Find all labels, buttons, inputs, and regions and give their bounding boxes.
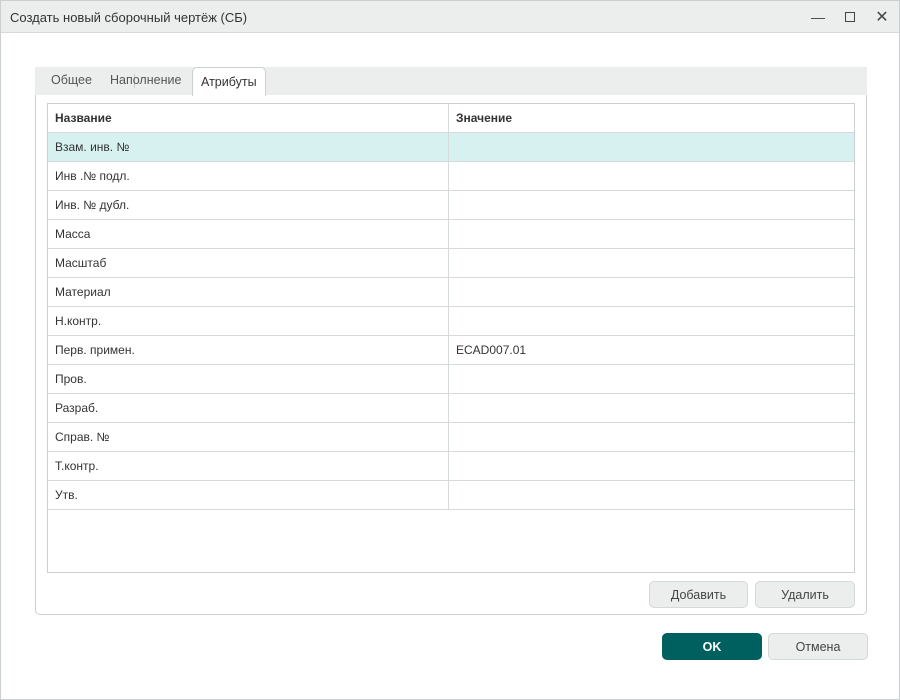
attributes-table: Название Значение Взам. инв. № Инв .№ под…: [47, 103, 855, 573]
table-row[interactable]: Пров.: [48, 365, 854, 394]
table-header: Название Значение: [48, 104, 854, 133]
table-row[interactable]: Т.контр.: [48, 452, 854, 481]
attribute-value-cell[interactable]: [449, 481, 854, 509]
ok-button[interactable]: OK: [662, 633, 762, 660]
tab-general[interactable]: Общее: [51, 73, 92, 87]
attribute-name-cell[interactable]: Разраб.: [48, 394, 449, 422]
attribute-name-cell[interactable]: Пров.: [48, 365, 449, 393]
attribute-name-cell[interactable]: Инв .№ подл.: [48, 162, 449, 190]
attribute-name-cell[interactable]: Материал: [48, 278, 449, 306]
attribute-name-cell[interactable]: Взам. инв. №: [48, 133, 449, 161]
attribute-value-cell[interactable]: [449, 278, 854, 306]
table-row[interactable]: Взам. инв. №: [48, 133, 854, 162]
attribute-value-cell[interactable]: [449, 394, 854, 422]
table-row[interactable]: Н.контр.: [48, 307, 854, 336]
table-row[interactable]: Справ. №: [48, 423, 854, 452]
maximize-icon[interactable]: [840, 7, 860, 27]
column-header-value[interactable]: Значение: [449, 104, 854, 132]
table-row[interactable]: Материал: [48, 278, 854, 307]
table-row[interactable]: Утв.: [48, 481, 854, 510]
table-row[interactable]: Разраб.: [48, 394, 854, 423]
attribute-name-cell[interactable]: Н.контр.: [48, 307, 449, 335]
attribute-value-cell[interactable]: [449, 220, 854, 248]
attribute-value-cell[interactable]: [449, 423, 854, 451]
tab-content[interactable]: Наполнение: [110, 73, 181, 87]
table-row[interactable]: Масса: [48, 220, 854, 249]
attribute-value-cell[interactable]: [449, 249, 854, 277]
tab-bar: Общее Наполнение Атрибуты: [35, 67, 867, 96]
attribute-name-cell[interactable]: Перв. примен.: [48, 336, 449, 364]
attribute-value-cell[interactable]: [449, 307, 854, 335]
attribute-value-cell[interactable]: [449, 133, 854, 161]
attribute-name-cell[interactable]: Т.контр.: [48, 452, 449, 480]
table-row[interactable]: Перв. примен. ECAD007.01: [48, 336, 854, 365]
delete-button[interactable]: Удалить: [755, 581, 855, 608]
window-title: Создать новый сборочный чертёж (СБ): [10, 10, 248, 25]
attribute-name-cell[interactable]: Инв. № дубл.: [48, 191, 449, 219]
attribute-value-cell[interactable]: [449, 452, 854, 480]
attribute-value-cell[interactable]: [449, 162, 854, 190]
table-row[interactable]: Масштаб: [48, 249, 854, 278]
table-row[interactable]: Инв .№ подл.: [48, 162, 854, 191]
close-icon[interactable]: ✕: [872, 7, 892, 27]
cancel-button[interactable]: Отмена: [768, 633, 868, 660]
title-bar: Создать новый сборочный чертёж (СБ) — ✕: [1, 1, 899, 33]
attribute-name-cell[interactable]: Масса: [48, 220, 449, 248]
column-header-name[interactable]: Название: [48, 104, 449, 132]
attribute-name-cell[interactable]: Утв.: [48, 481, 449, 509]
minimize-icon[interactable]: —: [808, 7, 828, 27]
add-button[interactable]: Добавить: [649, 581, 748, 608]
attribute-name-cell[interactable]: Справ. №: [48, 423, 449, 451]
attribute-value-cell[interactable]: [449, 191, 854, 219]
tab-attributes[interactable]: Атрибуты: [192, 67, 266, 96]
table-row[interactable]: Инв. № дубл.: [48, 191, 854, 220]
attribute-name-cell[interactable]: Масштаб: [48, 249, 449, 277]
attribute-value-cell[interactable]: [449, 365, 854, 393]
attribute-value-cell[interactable]: ECAD007.01: [449, 336, 854, 364]
